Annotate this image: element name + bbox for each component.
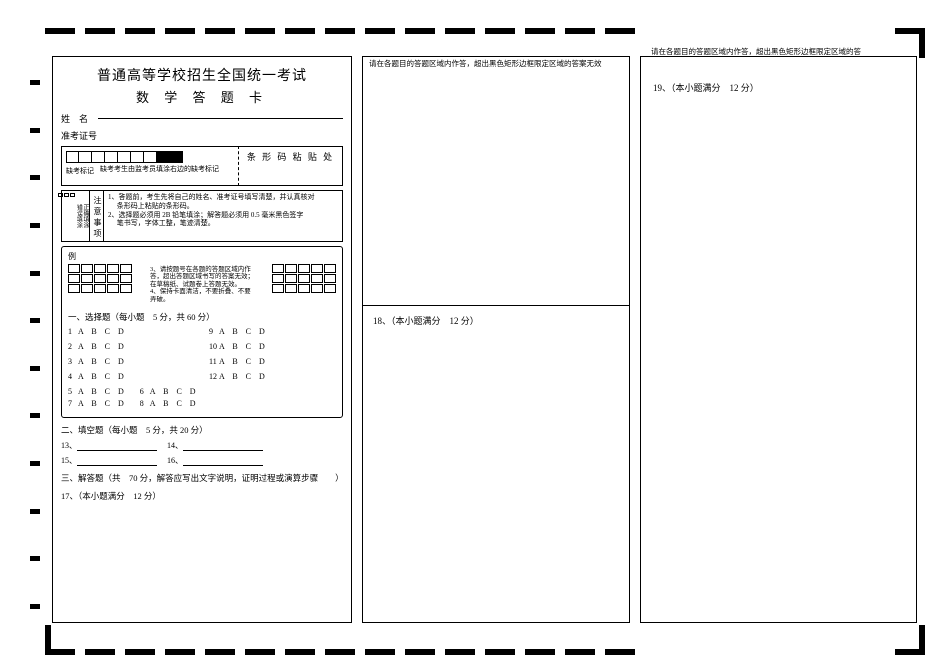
mc-options[interactable]: A B C D xyxy=(78,342,124,351)
panel3-top-note: 请在各题目的答题区域内作答，超出黑色矩形边框限定区域的答 xyxy=(645,45,912,56)
section-3-title: 三、解答题（共 70 分，解答应写出文字说明，证明过程或演算步骤 ） xyxy=(61,472,343,484)
mc-options[interactable]: A B C D xyxy=(150,399,196,408)
example-label: 例 xyxy=(68,251,76,262)
mc-options[interactable]: A B C D xyxy=(78,399,124,408)
mc-qnum: 8 xyxy=(140,398,150,411)
q13-blank[interactable] xyxy=(77,442,157,451)
mc-options[interactable]: A B C D xyxy=(78,327,124,336)
q14-label: 14、 xyxy=(167,441,183,450)
notice-heading: 注意事项 xyxy=(90,191,104,241)
panel2-top-note: 请在各题目的答题区域内作答，超出黑色矩形边框限定区域的答案无效 xyxy=(363,57,629,68)
q19-label: 19、（本小题满分 12 分） xyxy=(653,81,904,94)
q18-label: 18、（本小题满分 12 分） xyxy=(373,314,619,327)
mc-qnum: 4 xyxy=(68,371,78,384)
side-timing-marks xyxy=(30,80,40,609)
name-row: 姓 名 xyxy=(61,112,343,125)
multiple-choice-area[interactable]: 1A B C D 9A B C D 2A B C D 10A B C D 3A … xyxy=(68,326,336,411)
q16-label: 16、 xyxy=(167,456,183,465)
fill-wrong-label: 错误填涂 xyxy=(75,193,82,239)
notice-line: 笔书写，字体工整，笔迹清楚。 xyxy=(108,219,338,228)
notice-line: 3、请按题号在各题的答题区域内作答，超出答题区域书写的答案无效；在草稿纸、试题卷… xyxy=(150,266,254,288)
example-block: 例 3、请按题号在各题的答题区域内作答，超出答题区域书写的答案无效；在草稿纸、试… xyxy=(61,246,343,418)
mc-options[interactable]: A B C D xyxy=(219,342,265,351)
ticket-label: 准考证号 xyxy=(61,129,343,142)
mc-options[interactable]: A B C D xyxy=(78,372,124,381)
q15-label: 15、 xyxy=(61,456,77,465)
mc-qnum: 5 xyxy=(68,386,78,399)
name-input-line[interactable] xyxy=(98,118,343,119)
notice-line: 2、选择题必须用 2B 铅笔填涂；解答题必须用 0.5 毫米黑色签字 xyxy=(108,211,338,220)
notice-line: 条形码上粘贴的条形码。 xyxy=(108,202,338,211)
answer-sheet-panel-2: 请在各题目的答题区域内作答，超出黑色矩形边框限定区域的答案无效 18、（本小题满… xyxy=(362,56,630,623)
ticket-number-boxes[interactable] xyxy=(66,151,234,163)
mc-options[interactable]: A B C D xyxy=(150,387,196,396)
mc-qnum: 11 xyxy=(209,356,219,369)
mc-qnum: 12 xyxy=(209,371,219,384)
answer-sheet-panel-1: 普通高等学校招生全国统一考试 数 学 答 题 卡 姓 名 准考证号 缺考标记 缺… xyxy=(52,56,352,623)
mc-qnum: 9 xyxy=(209,326,219,339)
mc-options[interactable]: A B C D xyxy=(78,357,124,366)
mc-qnum: 1 xyxy=(68,326,78,339)
q13-label: 13、 xyxy=(61,441,77,450)
ticket-barcode-block: 缺考标记 缺考考生由监考员填涂右边的缺考标记 条 形 码 粘 贴 处 xyxy=(61,146,343,186)
mc-qnum: 2 xyxy=(68,341,78,354)
q14-blank[interactable] xyxy=(183,442,263,451)
mc-options[interactable]: A B C D xyxy=(219,372,265,381)
example-rules: 3、请按题号在各题的答题区域内作答，超出答题区域书写的答案无效；在草稿纸、试题卷… xyxy=(150,266,254,303)
notice-text: 1、答题前，考生先将自己的姓名、准考证号填写清楚，并认真核对 条形码上粘贴的条形… xyxy=(104,191,342,241)
notice-line: 1、答题前，考生先将自己的姓名、准考证号填写清楚，并认真核对 xyxy=(108,193,338,202)
exam-title: 普通高等学校招生全国统一考试 xyxy=(61,65,343,85)
answer-sheet-panel-3: 请在各题目的答题区域内作答，超出黑色矩形边框限定区域的答 19、（本小题满分 1… xyxy=(640,56,917,623)
mc-options[interactable]: A B C D xyxy=(78,387,124,396)
mc-options[interactable]: A B C D xyxy=(219,327,265,336)
section-1-title: 一、选择题（每小题 5 分，共 60 分） xyxy=(68,311,336,323)
mc-qnum: 7 xyxy=(68,398,78,411)
section-2-title: 二、填空题（每小题 5 分，共 20 分） xyxy=(61,424,343,436)
notice-block: 正确填涂 错误填涂 注意事项 1、答题前，考生先将自己的姓名、准考证号填写清楚，… xyxy=(61,190,343,242)
mc-qnum: 6 xyxy=(140,386,150,399)
mc-qnum: 3 xyxy=(68,356,78,369)
q17-label: 17、（本小题满分 12 分） xyxy=(61,490,343,502)
absent-label: 缺考标记 xyxy=(66,166,94,176)
name-label: 姓 名 xyxy=(61,112,88,125)
example-bubble-grid-right xyxy=(272,264,336,293)
q16-blank[interactable] xyxy=(183,457,263,466)
corner-mark-bottom-right xyxy=(895,625,925,655)
notice-line: 4、保持卡面清洁，不要折叠、不要弄破。 xyxy=(150,288,254,303)
sheet-subtitle: 数 学 答 题 卡 xyxy=(61,87,343,106)
barcode-paste-area: 条 形 码 粘 贴 处 xyxy=(238,146,343,186)
example-bubble-grid-left xyxy=(68,264,132,293)
absent-note: 缺考考生由监考员填涂右边的缺考标记 xyxy=(100,166,219,174)
q15-blank[interactable] xyxy=(77,457,157,466)
fill-sample-wrong-icon xyxy=(58,193,75,239)
registration-dash-top xyxy=(45,28,635,34)
registration-dash-bottom xyxy=(45,649,635,655)
mc-options[interactable]: A B C D xyxy=(219,357,265,366)
mc-qnum: 10 xyxy=(209,341,219,354)
fill-correct-label: 正确填涂 xyxy=(81,193,88,239)
